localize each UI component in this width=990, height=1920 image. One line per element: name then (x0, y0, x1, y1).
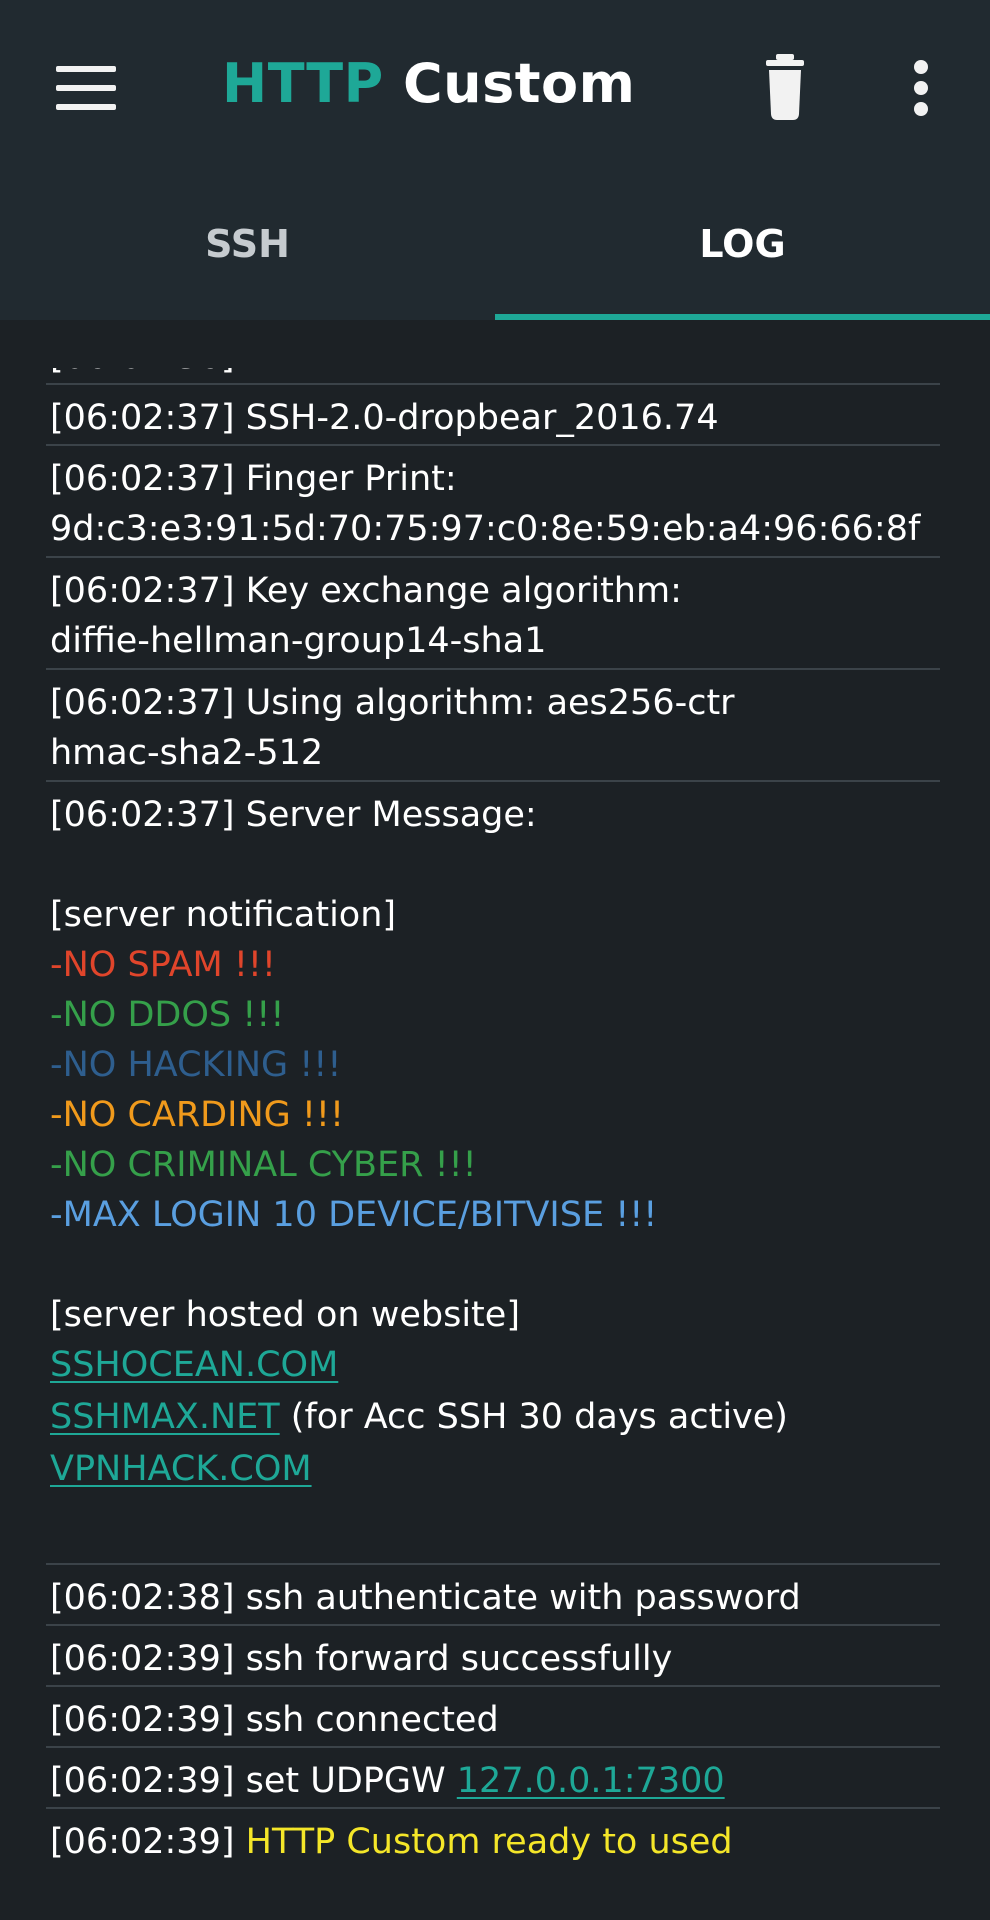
rule-max-login: -MAX LOGIN 10 DEVICE/BITVISE !!! (50, 1195, 658, 1235)
hosted-link-row: SSHOCEAN.COM (50, 1340, 338, 1390)
log-divider (46, 383, 940, 385)
app-title: HTTP Custom (222, 52, 635, 115)
hosted-link-row: VPNHACK.COM (50, 1444, 312, 1494)
log-entry-continuation: 9d:c3:e3:91:5d:70:75:97:c0:8e:59:eb:a4:9… (50, 509, 921, 549)
udpgw-link[interactable]: 127.0.0.1:7300 (457, 1761, 725, 1801)
link-sshmax[interactable]: SSHMAX.NET (50, 1397, 280, 1437)
more-options-icon[interactable] (908, 60, 934, 116)
rule-no-criminal-cyber: -NO CRIMINAL CYBER !!! (50, 1145, 477, 1185)
log-entry-continuation: hmac-sha2-512 (50, 733, 324, 773)
log-entry-clipped: [06:02:36] .............................… (46, 368, 940, 376)
notification-title: [server notification] (50, 895, 397, 935)
tab-ssh[interactable]: SSH (0, 214, 495, 274)
log-entry-text: [06:02:39] set UDPGW (50, 1761, 457, 1801)
log-list[interactable]: [06:02:36] .............................… (46, 320, 940, 1920)
log-entry: [06:02:38] ssh authenticate with passwor… (50, 1578, 801, 1618)
log-entry: [06:02:37] Using algorithm: aes256-ctr (50, 683, 735, 723)
log-divider (46, 1807, 940, 1809)
link-sshocean[interactable]: SSHOCEAN.COM (50, 1345, 338, 1385)
log-divider (46, 780, 940, 782)
log-divider (46, 1563, 940, 1565)
rule-no-carding: -NO CARDING !!! (50, 1095, 344, 1135)
app-title-rest: Custom (403, 52, 636, 115)
log-divider (46, 556, 940, 558)
log-entry-continuation: diffie-hellman-group14-sha1 (50, 621, 547, 661)
log-divider (46, 1624, 940, 1626)
app-title-accent: HTTP (222, 52, 384, 115)
log-divider (46, 444, 940, 446)
log-entry: [06:02:37] SSH-2.0-dropbear_2016.74 (50, 398, 719, 438)
log-divider (46, 668, 940, 670)
hosted-title: [server hosted on website] (50, 1295, 520, 1335)
rule-no-hacking: -NO HACKING !!! (50, 1045, 342, 1085)
log-entry-text: [06:02:39] (50, 1822, 246, 1862)
log-entry: [06:02:39] HTTP Custom ready to used (50, 1817, 733, 1867)
log-divider (46, 1746, 940, 1748)
rule-no-spam: -NO SPAM !!! (50, 945, 276, 985)
log-entry: [06:02:39] ssh forward successfully (50, 1639, 673, 1679)
log-entry: [06:02:37] Server Message: (50, 795, 537, 835)
delete-icon[interactable] (762, 54, 822, 120)
ready-status: HTTP Custom ready to used (245, 1822, 733, 1862)
tab-log[interactable]: LOG (495, 214, 990, 274)
log-entry: [06:02:39] set UDPGW 127.0.0.1:7300 (50, 1756, 725, 1806)
hosted-link-row: SSHMAX.NET (for Acc SSH 30 days active) (50, 1392, 788, 1442)
link-vpnhack[interactable]: VPNHACK.COM (50, 1449, 312, 1489)
log-entry: [06:02:37] Finger Print: (50, 459, 457, 499)
app-bar: HTTP Custom SSH LOG (0, 0, 990, 320)
hamburger-menu-icon[interactable] (56, 66, 116, 110)
log-entry: [06:02:37] Key exchange algorithm: (50, 571, 682, 611)
link-sshmax-note: (for Acc SSH 30 days active) (279, 1397, 788, 1437)
log-entry: [06:02:39] ssh connected (50, 1700, 499, 1740)
rule-no-ddos: -NO DDOS !!! (50, 995, 285, 1035)
log-divider (46, 1685, 940, 1687)
